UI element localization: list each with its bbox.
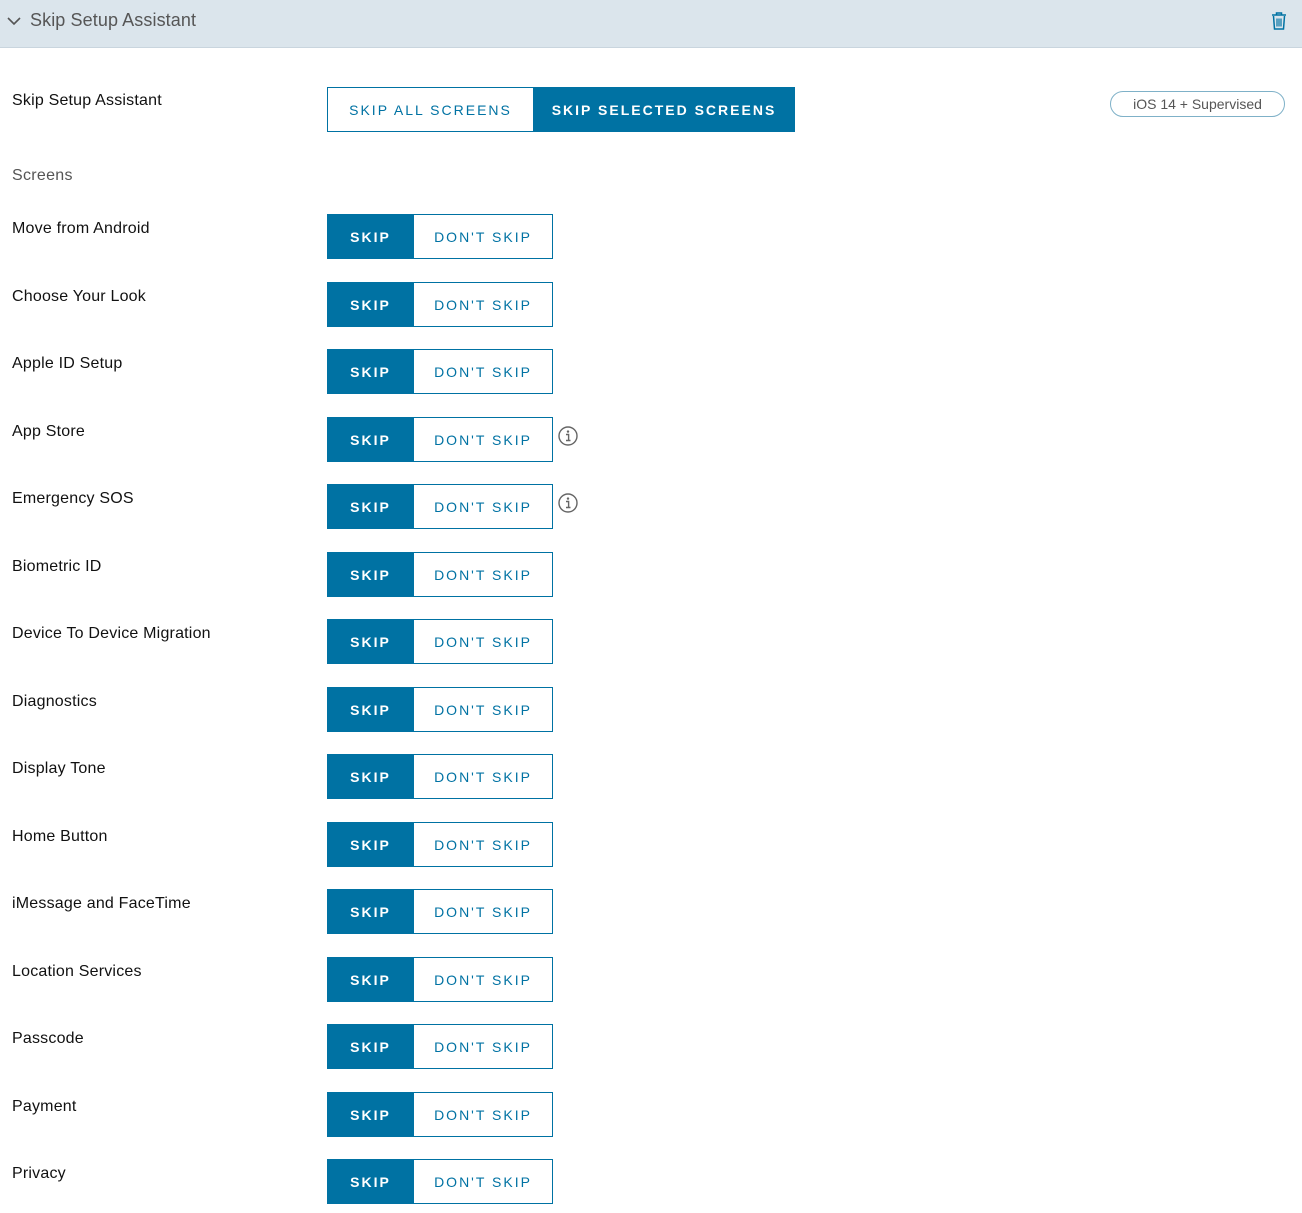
section-header[interactable]: Skip Setup Assistant bbox=[0, 0, 1302, 48]
dont-skip-button[interactable]: DON'T SKIP bbox=[413, 485, 552, 528]
skip-all-screens-button[interactable]: SKIP ALL SCREENS bbox=[328, 88, 533, 131]
dont-skip-button[interactable]: DON'T SKIP bbox=[413, 553, 552, 596]
screen-label: Biometric ID bbox=[12, 558, 102, 575]
skip-toggle: SKIP DON'T SKIP bbox=[327, 417, 553, 462]
skip-toggle: SKIP DON'T SKIP bbox=[327, 619, 553, 664]
screen-label: Device To Device Migration bbox=[12, 625, 211, 642]
dont-skip-button[interactable]: DON'T SKIP bbox=[413, 215, 552, 258]
chevron-down-icon[interactable] bbox=[6, 13, 22, 29]
skip-button[interactable]: SKIP bbox=[328, 215, 413, 258]
trash-icon[interactable] bbox=[1270, 11, 1288, 31]
screen-label: Location Services bbox=[12, 963, 142, 980]
dont-skip-button[interactable]: DON'T SKIP bbox=[413, 350, 552, 393]
screen-label: Privacy bbox=[12, 1165, 66, 1182]
skip-toggle: SKIP DON'T SKIP bbox=[327, 889, 553, 934]
section-title: Skip Setup Assistant bbox=[30, 10, 197, 30]
skip-button[interactable]: SKIP bbox=[328, 620, 413, 663]
dont-skip-button[interactable]: DON'T SKIP bbox=[413, 1160, 552, 1203]
skip-toggle: SKIP DON'T SKIP bbox=[327, 822, 553, 867]
skip-toggle: SKIP DON'T SKIP bbox=[327, 282, 553, 327]
screen-label: iMessage and FaceTime bbox=[12, 895, 191, 912]
skip-toggle: SKIP DON'T SKIP bbox=[327, 1024, 553, 1069]
screen-label: Home Button bbox=[12, 828, 108, 845]
dont-skip-button[interactable]: DON'T SKIP bbox=[413, 958, 552, 1001]
screen-label: Emergency SOS bbox=[12, 490, 134, 507]
dont-skip-button[interactable]: DON'T SKIP bbox=[413, 620, 552, 663]
screens-section-label: Screens bbox=[12, 167, 73, 184]
skip-selected-screens-button[interactable]: SKIP SELECTED SCREENS bbox=[533, 88, 794, 131]
dont-skip-button[interactable]: DON'T SKIP bbox=[413, 1093, 552, 1136]
skip-button[interactable]: SKIP bbox=[328, 350, 413, 393]
skip-toggle: SKIP DON'T SKIP bbox=[327, 349, 553, 394]
skip-setup-label: Skip Setup Assistant bbox=[12, 92, 162, 109]
screen-label: Apple ID Setup bbox=[12, 355, 123, 372]
screen-label: Passcode bbox=[12, 1030, 84, 1047]
screen-label: App Store bbox=[12, 423, 85, 440]
skip-toggle: SKIP DON'T SKIP bbox=[327, 1092, 553, 1137]
screen-label: Choose Your Look bbox=[12, 288, 146, 305]
skip-button[interactable]: SKIP bbox=[328, 1025, 413, 1068]
skip-button[interactable]: SKIP bbox=[328, 958, 413, 1001]
screen-label: Diagnostics bbox=[12, 693, 97, 710]
skip-button[interactable]: SKIP bbox=[328, 283, 413, 326]
skip-toggle: SKIP DON'T SKIP bbox=[327, 957, 553, 1002]
platform-badge: iOS 14 + Supervised bbox=[1110, 91, 1285, 117]
dont-skip-button[interactable]: DON'T SKIP bbox=[413, 755, 552, 798]
skip-button[interactable]: SKIP bbox=[328, 823, 413, 866]
screen-label: Payment bbox=[12, 1098, 77, 1115]
skip-button[interactable]: SKIP bbox=[328, 755, 413, 798]
dont-skip-button[interactable]: DON'T SKIP bbox=[413, 1025, 552, 1068]
skip-button[interactable]: SKIP bbox=[328, 890, 413, 933]
dont-skip-button[interactable]: DON'T SKIP bbox=[413, 823, 552, 866]
skip-button[interactable]: SKIP bbox=[328, 485, 413, 528]
skip-setup-segmented-control: SKIP ALL SCREENS SKIP SELECTED SCREENS bbox=[327, 87, 795, 132]
dont-skip-button[interactable]: DON'T SKIP bbox=[413, 890, 552, 933]
skip-button[interactable]: SKIP bbox=[328, 553, 413, 596]
dont-skip-button[interactable]: DON'T SKIP bbox=[413, 283, 552, 326]
skip-button[interactable]: SKIP bbox=[328, 1160, 413, 1203]
skip-toggle: SKIP DON'T SKIP bbox=[327, 214, 553, 259]
skip-toggle: SKIP DON'T SKIP bbox=[327, 1159, 553, 1204]
info-icon[interactable] bbox=[558, 493, 578, 513]
screen-label: Display Tone bbox=[12, 760, 106, 777]
skip-toggle: SKIP DON'T SKIP bbox=[327, 552, 553, 597]
skip-button[interactable]: SKIP bbox=[328, 1093, 413, 1136]
skip-button[interactable]: SKIP bbox=[328, 418, 413, 461]
dont-skip-button[interactable]: DON'T SKIP bbox=[413, 688, 552, 731]
info-icon[interactable] bbox=[558, 426, 578, 446]
skip-button[interactable]: SKIP bbox=[328, 688, 413, 731]
dont-skip-button[interactable]: DON'T SKIP bbox=[413, 418, 552, 461]
screen-label: Move from Android bbox=[12, 220, 150, 237]
skip-toggle: SKIP DON'T SKIP bbox=[327, 484, 553, 529]
skip-toggle: SKIP DON'T SKIP bbox=[327, 687, 553, 732]
skip-toggle: SKIP DON'T SKIP bbox=[327, 754, 553, 799]
